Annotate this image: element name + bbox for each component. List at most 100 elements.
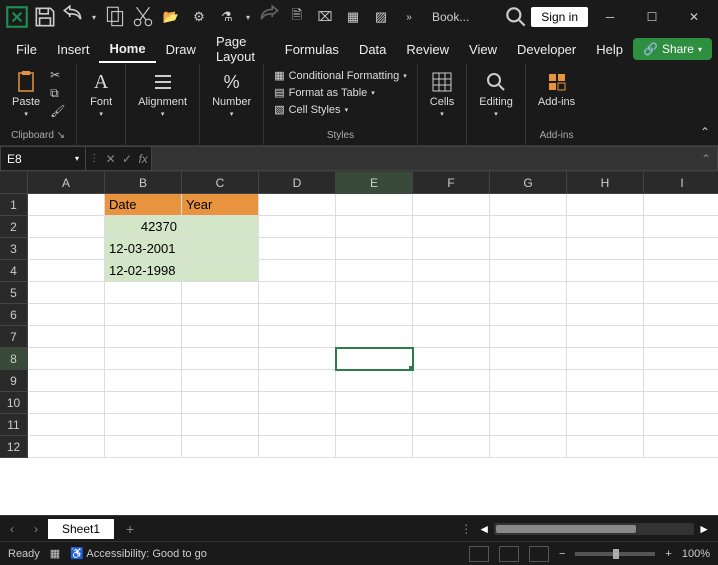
menu-file[interactable]: File [6, 37, 47, 62]
row-header-3[interactable]: 3 [0, 238, 28, 260]
cell-I9[interactable] [644, 370, 718, 392]
cell-E6[interactable] [336, 304, 413, 326]
copy-icon[interactable] [102, 4, 128, 30]
cell-F11[interactable] [413, 414, 490, 436]
tab-nav-next[interactable]: › [24, 522, 48, 536]
cell-G6[interactable] [490, 304, 567, 326]
cell-B4[interactable]: 12-02-1998 [105, 260, 182, 282]
row-header-1[interactable]: 1 [0, 194, 28, 216]
row-header-4[interactable]: 4 [0, 260, 28, 282]
cell-A8[interactable] [28, 348, 105, 370]
cell-B7[interactable] [105, 326, 182, 348]
sign-in-button[interactable]: Sign in [531, 7, 588, 27]
cells-button[interactable]: Cells ▾ [426, 68, 458, 120]
cell-A2[interactable] [28, 216, 105, 238]
menu-view[interactable]: View [459, 37, 507, 62]
cell-A10[interactable] [28, 392, 105, 414]
col-header-G[interactable]: G [490, 172, 567, 194]
qat-icon-2[interactable]: ⚙ [186, 4, 212, 30]
cell-A9[interactable] [28, 370, 105, 392]
cell-H1[interactable] [567, 194, 644, 216]
row-header-7[interactable]: 7 [0, 326, 28, 348]
cell-F6[interactable] [413, 304, 490, 326]
copy-small-icon[interactable]: ⧉ [50, 86, 68, 100]
cell-D7[interactable] [259, 326, 336, 348]
cell-H6[interactable] [567, 304, 644, 326]
cell-D9[interactable] [259, 370, 336, 392]
cell-I6[interactable] [644, 304, 718, 326]
cell-C10[interactable] [182, 392, 259, 414]
cell-H11[interactable] [567, 414, 644, 436]
qat-icon-3[interactable]: ⚗ [214, 4, 240, 30]
cell-D12[interactable] [259, 436, 336, 458]
cell-B9[interactable] [105, 370, 182, 392]
cell-I2[interactable] [644, 216, 718, 238]
cell-F4[interactable] [413, 260, 490, 282]
ribbon-collapse-icon[interactable]: ⌃ [700, 125, 710, 139]
row-header-9[interactable]: 9 [0, 370, 28, 392]
cell-B1[interactable]: Date [105, 194, 182, 216]
view-pagelayout-icon[interactable] [499, 546, 519, 562]
name-box[interactable]: E8▾ [0, 146, 86, 171]
cell-B11[interactable] [105, 414, 182, 436]
cell-G9[interactable] [490, 370, 567, 392]
cell-H12[interactable] [567, 436, 644, 458]
qat-dropdown-icon[interactable]: ▾ [242, 4, 254, 30]
cell-B5[interactable] [105, 282, 182, 304]
cell-G11[interactable] [490, 414, 567, 436]
qat-icon-6[interactable]: ▦ [340, 4, 366, 30]
cell-D5[interactable] [259, 282, 336, 304]
cell-C5[interactable] [182, 282, 259, 304]
cell-A6[interactable] [28, 304, 105, 326]
menu-help[interactable]: Help [586, 37, 633, 62]
cell-H5[interactable] [567, 282, 644, 304]
cell-H2[interactable] [567, 216, 644, 238]
menu-page-layout[interactable]: Page Layout [206, 29, 275, 69]
view-pagebreak-icon[interactable] [529, 546, 549, 562]
cell-H10[interactable] [567, 392, 644, 414]
cell-F2[interactable] [413, 216, 490, 238]
cell-D11[interactable] [259, 414, 336, 436]
cell-G3[interactable] [490, 238, 567, 260]
cell-B8[interactable] [105, 348, 182, 370]
zoom-slider[interactable] [575, 552, 655, 556]
qat-icon-5[interactable]: ⌧ [312, 4, 338, 30]
cell-I11[interactable] [644, 414, 718, 436]
cell-I5[interactable] [644, 282, 718, 304]
expand-formula-icon[interactable]: ⌃ [701, 152, 711, 166]
menu-formulas[interactable]: Formulas [275, 37, 349, 62]
cell-G2[interactable] [490, 216, 567, 238]
cell-A1[interactable] [28, 194, 105, 216]
cell-D1[interactable] [259, 194, 336, 216]
cell-E8[interactable] [336, 348, 413, 370]
cell-I1[interactable] [644, 194, 718, 216]
cell-E10[interactable] [336, 392, 413, 414]
cell-F9[interactable] [413, 370, 490, 392]
clipboard-launcher-icon[interactable]: ↘ [57, 130, 65, 141]
cell-E7[interactable] [336, 326, 413, 348]
cell-H7[interactable] [567, 326, 644, 348]
cell-C6[interactable] [182, 304, 259, 326]
undo-icon[interactable] [60, 4, 86, 30]
cell-C1[interactable]: Year [182, 194, 259, 216]
cancel-fx-icon[interactable]: ✕ [106, 152, 116, 166]
worksheet[interactable]: ABCDEFGHI1DateYear242370312-03-2001412-0… [0, 172, 718, 515]
macro-icon[interactable]: ▦ [50, 547, 60, 560]
col-header-E[interactable]: E [336, 172, 413, 194]
menu-insert[interactable]: Insert [47, 37, 100, 62]
cell-H9[interactable] [567, 370, 644, 392]
col-header-C[interactable]: C [182, 172, 259, 194]
cut-small-icon[interactable]: ✂ [50, 68, 68, 82]
row-header-8[interactable]: 8 [0, 348, 28, 370]
menu-developer[interactable]: Developer [507, 37, 586, 62]
cell-I10[interactable] [644, 392, 718, 414]
cell-A11[interactable] [28, 414, 105, 436]
cell-A3[interactable] [28, 238, 105, 260]
cut-icon[interactable] [130, 4, 156, 30]
col-header-A[interactable]: A [28, 172, 105, 194]
cell-F7[interactable] [413, 326, 490, 348]
menu-review[interactable]: Review [396, 37, 459, 62]
cell-F5[interactable] [413, 282, 490, 304]
fx-icon[interactable]: fx [138, 152, 147, 166]
col-header-H[interactable]: H [567, 172, 644, 194]
